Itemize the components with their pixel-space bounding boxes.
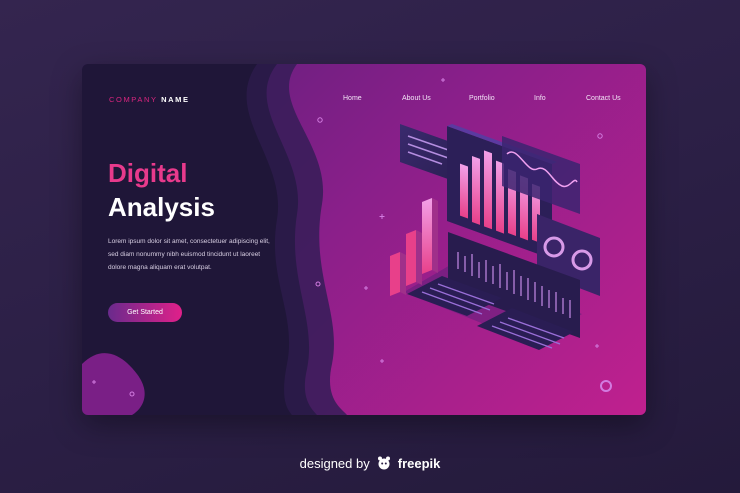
isometric-analytics-illustration xyxy=(92,78,612,397)
freepik-logo-icon xyxy=(377,456,390,470)
landing-card: COMPANY NAME Home About Us Portfolio Inf… xyxy=(82,64,646,415)
footer-credit: designed by freepik xyxy=(0,455,740,471)
credit-prefix: designed by xyxy=(299,455,370,471)
credit-brand[interactable]: freepik xyxy=(398,456,441,471)
